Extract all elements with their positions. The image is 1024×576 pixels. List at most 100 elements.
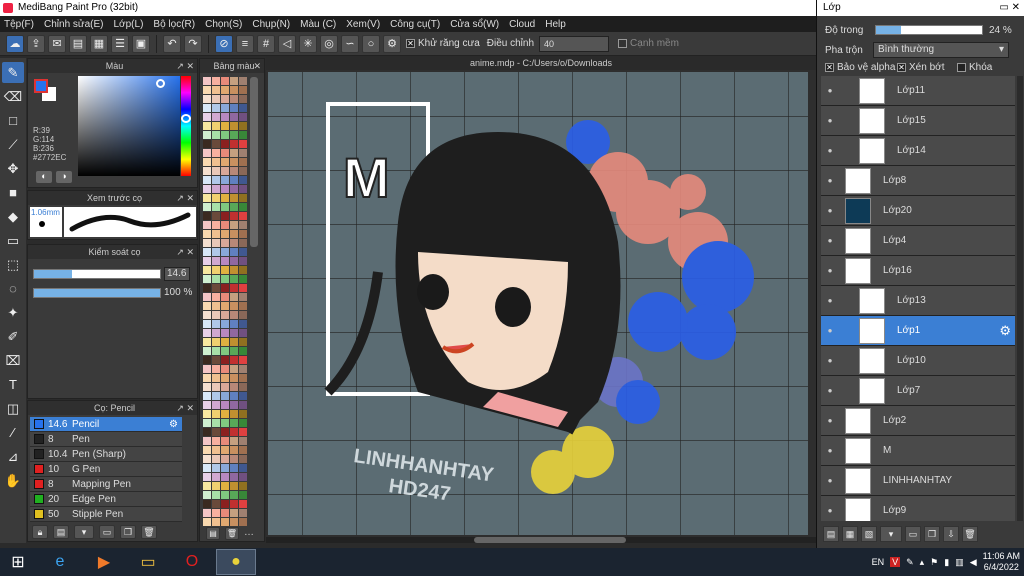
palette-swatch[interactable] — [230, 230, 238, 238]
trash-icon[interactable]: 🗑︎ — [141, 525, 157, 539]
palette-swatch[interactable] — [212, 194, 220, 202]
palette-swatch[interactable] — [221, 203, 229, 211]
volume-icon[interactable]: ◀ — [970, 557, 977, 568]
palette-swatch[interactable] — [203, 194, 211, 202]
palette-swatch[interactable] — [239, 401, 247, 409]
battery-icon[interactable]: ▮ — [944, 557, 949, 568]
palette-swatch[interactable] — [221, 302, 229, 310]
palette-swatch[interactable] — [230, 347, 238, 355]
palette-swatch[interactable] — [239, 410, 247, 418]
palette-swatch[interactable] — [239, 365, 247, 373]
palette-swatch[interactable] — [203, 185, 211, 193]
palette-swatch[interactable] — [239, 311, 247, 319]
palette-swatch[interactable] — [221, 329, 229, 337]
palette-swatch[interactable] — [230, 338, 238, 346]
palette-swatch[interactable] — [239, 275, 247, 283]
window-controls[interactable]: ▭ ✕ — [999, 0, 1020, 16]
palette-swatch[interactable] — [230, 518, 238, 526]
palette-swatch[interactable] — [221, 77, 229, 85]
foreground-color-swatch[interactable] — [34, 79, 48, 93]
palette-swatch[interactable] — [221, 158, 229, 166]
palette-swatch[interactable] — [239, 284, 247, 292]
palette-swatch[interactable] — [239, 518, 247, 526]
dropper-tool-icon[interactable]: ⊿ — [2, 446, 24, 467]
palette-swatch[interactable] — [230, 509, 238, 517]
palette-swatch[interactable] — [239, 419, 247, 427]
palette-swatch[interactable] — [212, 428, 220, 436]
palette-swatch[interactable] — [239, 293, 247, 301]
palette-swatch[interactable] — [230, 383, 238, 391]
palette-swatch[interactable] — [212, 356, 220, 364]
palette-swatch[interactable] — [212, 248, 220, 256]
palette-swatch[interactable] — [203, 473, 211, 481]
palette-swatch[interactable] — [212, 464, 220, 472]
palette-swatch[interactable] — [221, 86, 229, 94]
palette-swatch[interactable] — [221, 401, 229, 409]
layer-item[interactable]: ● Lớp9 — [821, 496, 1015, 521]
visibility-icon[interactable]: ● — [823, 354, 837, 368]
palette-swatch[interactable] — [230, 356, 238, 364]
palette-swatch[interactable] — [212, 293, 220, 301]
palette-swatch[interactable] — [230, 248, 238, 256]
palette-swatch[interactable] — [230, 428, 238, 436]
palette-swatch[interactable] — [203, 374, 211, 382]
palette-swatch[interactable] — [212, 410, 220, 418]
palette-swatch[interactable] — [212, 104, 220, 112]
palette-swatch[interactable] — [239, 140, 247, 148]
menu-tools[interactable]: Công cụ(T) — [390, 19, 440, 30]
palette-swatch[interactable] — [221, 428, 229, 436]
palette-swatch[interactable] — [212, 365, 220, 373]
fill-rect-tool-icon[interactable]: ■ — [2, 182, 24, 203]
select-rect-tool-icon[interactable]: ⬚ — [2, 254, 24, 275]
palette-swatch[interactable] — [203, 122, 211, 130]
layer-item[interactable]: ● Lớp10 — [821, 346, 1015, 376]
palette-swatch[interactable] — [230, 401, 238, 409]
add-brush-icon[interactable]: 🔒︎ — [32, 525, 48, 539]
palette-swatch[interactable] — [221, 374, 229, 382]
palette-swatch[interactable] — [239, 248, 247, 256]
visibility-icon[interactable]: ● — [823, 414, 837, 428]
snap-ellipse-icon[interactable]: ○ — [362, 34, 380, 53]
palette-swatch[interactable] — [221, 167, 229, 175]
brush-size-slider[interactable] — [33, 269, 161, 279]
palette-swatch[interactable] — [221, 365, 229, 373]
new-8bit-layer-icon[interactable]: ▧ — [861, 526, 877, 542]
palette-swatch[interactable] — [203, 464, 211, 472]
palette-swatch[interactable] — [239, 491, 247, 499]
brush-item[interactable]: 10 G Pen — [30, 462, 182, 477]
network-icon[interactable]: ▥ — [955, 557, 964, 568]
frame-tool-icon[interactable]: ◫ — [2, 398, 24, 419]
brush-item[interactable]: 8 Pen — [30, 432, 182, 447]
visibility-icon[interactable]: ● — [823, 444, 837, 458]
share-icon[interactable]: ⇪ — [27, 34, 45, 53]
palette-swatch[interactable] — [212, 401, 220, 409]
palette-swatch[interactable] — [203, 275, 211, 283]
clock[interactable]: 11:06 AM 6/4/2022 — [983, 551, 1020, 573]
menu-filter[interactable]: Bộ lọc(R) — [153, 19, 195, 30]
palette-swatch[interactable] — [203, 95, 211, 103]
palette-swatch[interactable] — [221, 221, 229, 229]
palette-swatch[interactable] — [212, 473, 220, 481]
opera-icon[interactable]: O — [172, 549, 212, 575]
palette-swatch[interactable] — [230, 239, 238, 247]
palette-swatch[interactable] — [230, 77, 238, 85]
visibility-icon[interactable]: ● — [823, 84, 837, 98]
palette-swatch[interactable] — [221, 392, 229, 400]
palette-swatches[interactable] — [203, 77, 247, 526]
cloud-icon[interactable]: ☁ — [6, 34, 24, 53]
palette-swatch[interactable] — [212, 185, 220, 193]
palette-swatch[interactable] — [203, 86, 211, 94]
palette-swatch[interactable] — [239, 149, 247, 157]
palette-swatch[interactable] — [221, 266, 229, 274]
grid-icon[interactable]: ▣ — [132, 34, 150, 53]
saturation-value-picker[interactable] — [78, 76, 180, 176]
palette-swatch[interactable] — [230, 176, 238, 184]
palette-swatch[interactable] — [212, 212, 220, 220]
palette-swatch[interactable] — [221, 113, 229, 121]
new-layer-icon[interactable]: ▤ — [823, 526, 839, 542]
folder-icon[interactable]: ▭ — [99, 525, 115, 539]
palette-swatch[interactable] — [212, 509, 220, 517]
palette-swatch[interactable] — [212, 347, 220, 355]
palette-swatch[interactable] — [239, 464, 247, 472]
visibility-icon[interactable]: ● — [823, 144, 837, 158]
